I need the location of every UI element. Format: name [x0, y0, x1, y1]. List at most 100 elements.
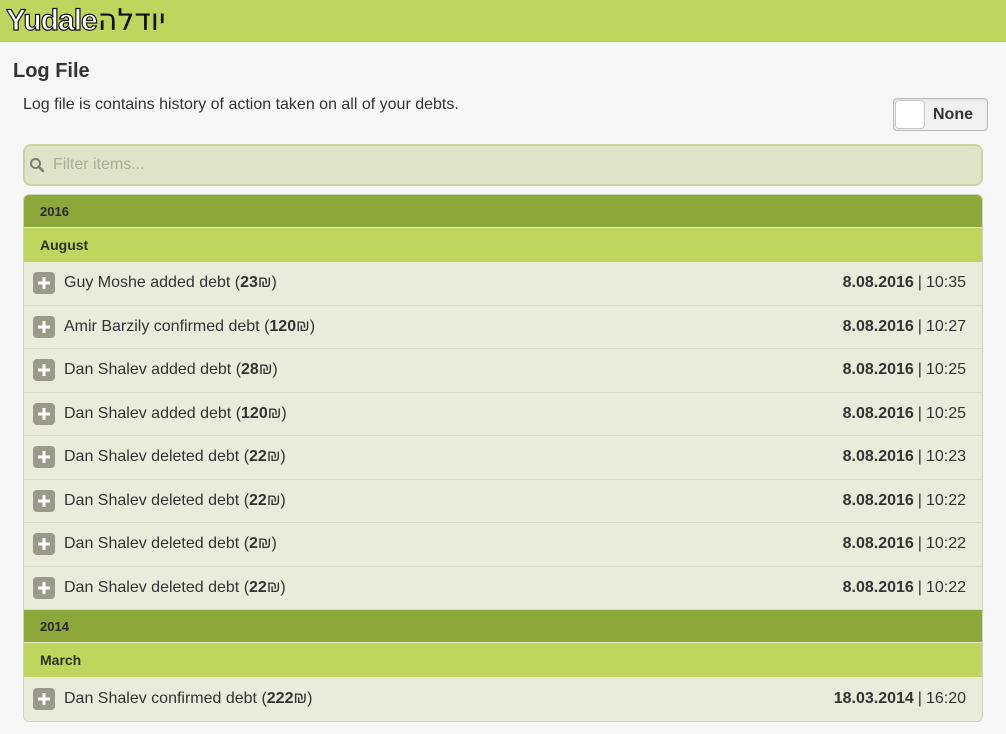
- currency-symbol: ₪: [266, 448, 281, 466]
- log-entry-left: Dan Shalev confirmed debt (222₪): [33, 687, 312, 710]
- close-paren: ): [272, 361, 278, 379]
- logo-text-en: Yudale: [5, 3, 98, 37]
- entry-time: 10:35: [925, 274, 966, 292]
- currency-symbol: ₪: [296, 317, 310, 335]
- app-logo[interactable]: Yudale יודלה: [5, 2, 166, 38]
- year-header: 2014: [24, 610, 982, 643]
- entry-time: 10:23: [925, 448, 966, 466]
- log-list: 2016 August Guy Moshe added debt (23₪) 8.08…: [23, 194, 983, 722]
- log-entry-left: Dan Shalev deleted debt (22₪): [33, 489, 286, 512]
- page-description: Log file is contains history of action t…: [23, 96, 459, 113]
- log-entry-text: Dan Shalev deleted debt (2₪): [64, 535, 277, 553]
- toggle-knob[interactable]: [895, 100, 925, 129]
- page-title: Log File: [13, 60, 90, 82]
- log-entry-text: Dan Shalev added debt (28₪): [64, 361, 278, 379]
- filter-bar: [23, 144, 983, 186]
- entry-action: Amir Barzily confirmed debt (: [64, 317, 270, 335]
- month-header: March: [24, 643, 982, 677]
- currency-symbol: ₪: [266, 491, 281, 509]
- logo-text-he: יודלה: [97, 2, 166, 38]
- close-paren: ): [271, 274, 277, 292]
- plus-icon[interactable]: [33, 576, 55, 599]
- log-entry-datetime: 8.08.2016 | 10:22: [843, 535, 966, 553]
- search-icon: [29, 157, 45, 173]
- close-paren: ): [309, 317, 316, 335]
- toggle-label: None: [933, 105, 973, 123]
- log-entry-left: Amir Barzily confirmed debt (120₪): [33, 315, 315, 338]
- entry-amount: 28: [241, 361, 259, 379]
- log-entry-text: Dan Shalev confirmed debt (222₪): [64, 690, 312, 708]
- log-entry-datetime: 8.08.2016 | 10:22: [843, 492, 966, 510]
- plus-icon[interactable]: [33, 315, 55, 338]
- entry-amount: 22: [249, 491, 267, 509]
- currency-symbol: ₪: [258, 361, 273, 379]
- plus-icon[interactable]: [33, 402, 55, 425]
- log-entry-text: Dan Shalev added debt (120₪): [64, 405, 287, 423]
- currency-symbol: ₪: [257, 535, 272, 553]
- datetime-separator: |: [917, 689, 922, 707]
- filter-input[interactable]: [51, 155, 935, 175]
- log-entry-text: Amir Barzily confirmed debt (120₪): [64, 318, 315, 336]
- log-entry-left: Dan Shalev added debt (120₪): [33, 402, 287, 425]
- currency-symbol: ₪: [267, 404, 282, 422]
- close-paren: ): [271, 535, 277, 553]
- log-entry-row[interactable]: Dan Shalev deleted debt (22₪) 8.08.2016 | 1…: [24, 479, 982, 523]
- entry-amount: 222: [266, 689, 294, 707]
- datetime-separator: |: [917, 274, 922, 292]
- log-entry-datetime: 8.08.2016 | 10:27: [843, 318, 966, 336]
- log-entry-row[interactable]: Dan Shalev deleted debt (22₪) 8.08.2016 | 1…: [24, 436, 982, 480]
- log-entry-row[interactable]: Dan Shalev added debt (28₪) 8.08.2016 | 10:…: [24, 349, 982, 393]
- close-paren: ): [280, 491, 286, 509]
- log-entry-row[interactable]: Dan Shalev added debt (120₪) 8.08.2016 | 10…: [24, 392, 982, 436]
- log-entry-datetime: 8.08.2016 | 10:23: [843, 448, 966, 466]
- entry-action: Dan Shalev added debt (: [64, 404, 242, 422]
- log-entry-datetime: 8.08.2016 | 10:35: [843, 274, 966, 292]
- log-entry-left: Dan Shalev deleted debt (2₪): [33, 533, 277, 556]
- entry-time: 10:22: [925, 535, 966, 553]
- plus-icon[interactable]: [33, 272, 55, 295]
- year-header: 2016: [24, 195, 982, 228]
- entry-date: 8.08.2016: [842, 535, 914, 553]
- entry-date: 8.08.2016: [842, 274, 914, 292]
- entry-time: 10:22: [925, 491, 966, 509]
- plus-icon[interactable]: [33, 359, 55, 382]
- close-paren: ): [307, 689, 313, 707]
- close-paren: ): [280, 448, 286, 466]
- datetime-separator: |: [917, 578, 922, 596]
- entry-amount: 120: [269, 317, 297, 335]
- log-entry-row[interactable]: Guy Moshe added debt (23₪) 8.08.2016 | 10:3…: [24, 262, 982, 306]
- log-entry-left: Dan Shalev added debt (28₪): [33, 359, 278, 382]
- log-entry-text: Guy Moshe added debt (23₪): [64, 274, 277, 292]
- log-entry-row[interactable]: Dan Shalev confirmed debt (222₪) 18.03.20…: [24, 677, 982, 721]
- log-entry-left: Dan Shalev deleted debt (22₪): [33, 446, 286, 469]
- log-entry-datetime: 8.08.2016 | 10:22: [843, 579, 966, 597]
- plus-icon[interactable]: [33, 489, 55, 512]
- log-entry-row[interactable]: Dan Shalev deleted debt (2₪) 8.08.2016 | 10…: [24, 523, 982, 567]
- entry-date: 8.08.2016: [842, 404, 914, 422]
- datetime-separator: |: [917, 361, 922, 379]
- log-entry-text: Dan Shalev deleted debt (22₪): [64, 492, 286, 510]
- entry-action: Dan Shalev deleted debt (: [64, 535, 250, 553]
- entry-action: Dan Shalev deleted debt (: [64, 578, 250, 596]
- entry-time: 10:25: [925, 361, 966, 379]
- entry-date: 8.08.2016: [842, 448, 914, 466]
- entry-action: Dan Shalev confirmed debt (: [64, 689, 267, 707]
- plus-icon[interactable]: [33, 533, 55, 556]
- entry-amount: 22: [249, 578, 267, 596]
- plus-icon[interactable]: [33, 687, 55, 710]
- log-entry-row[interactable]: Amir Barzily confirmed debt (120₪) 8.08.2…: [24, 305, 982, 349]
- log-entry-left: Guy Moshe added debt (23₪): [33, 272, 277, 295]
- log-entry-datetime: 8.08.2016 | 10:25: [843, 405, 966, 423]
- log-entry-datetime: 18.03.2014 | 16:20: [834, 690, 966, 708]
- entry-action: Dan Shalev deleted debt (: [64, 448, 250, 466]
- top-bar: Yudale יודלה: [0, 0, 1006, 42]
- plus-icon[interactable]: [33, 446, 55, 469]
- log-entry-text: Dan Shalev deleted debt (22₪): [64, 579, 286, 597]
- filter-toggle[interactable]: None: [893, 98, 988, 131]
- log-entry-left: Dan Shalev deleted debt (22₪): [33, 576, 286, 599]
- entry-amount: 2: [249, 535, 258, 553]
- log-entry-row[interactable]: Dan Shalev deleted debt (22₪) 8.08.2016 | 1…: [24, 566, 982, 610]
- log-entry-datetime: 8.08.2016 | 10:25: [843, 361, 966, 379]
- datetime-separator: |: [917, 535, 922, 553]
- close-paren: ): [281, 404, 287, 422]
